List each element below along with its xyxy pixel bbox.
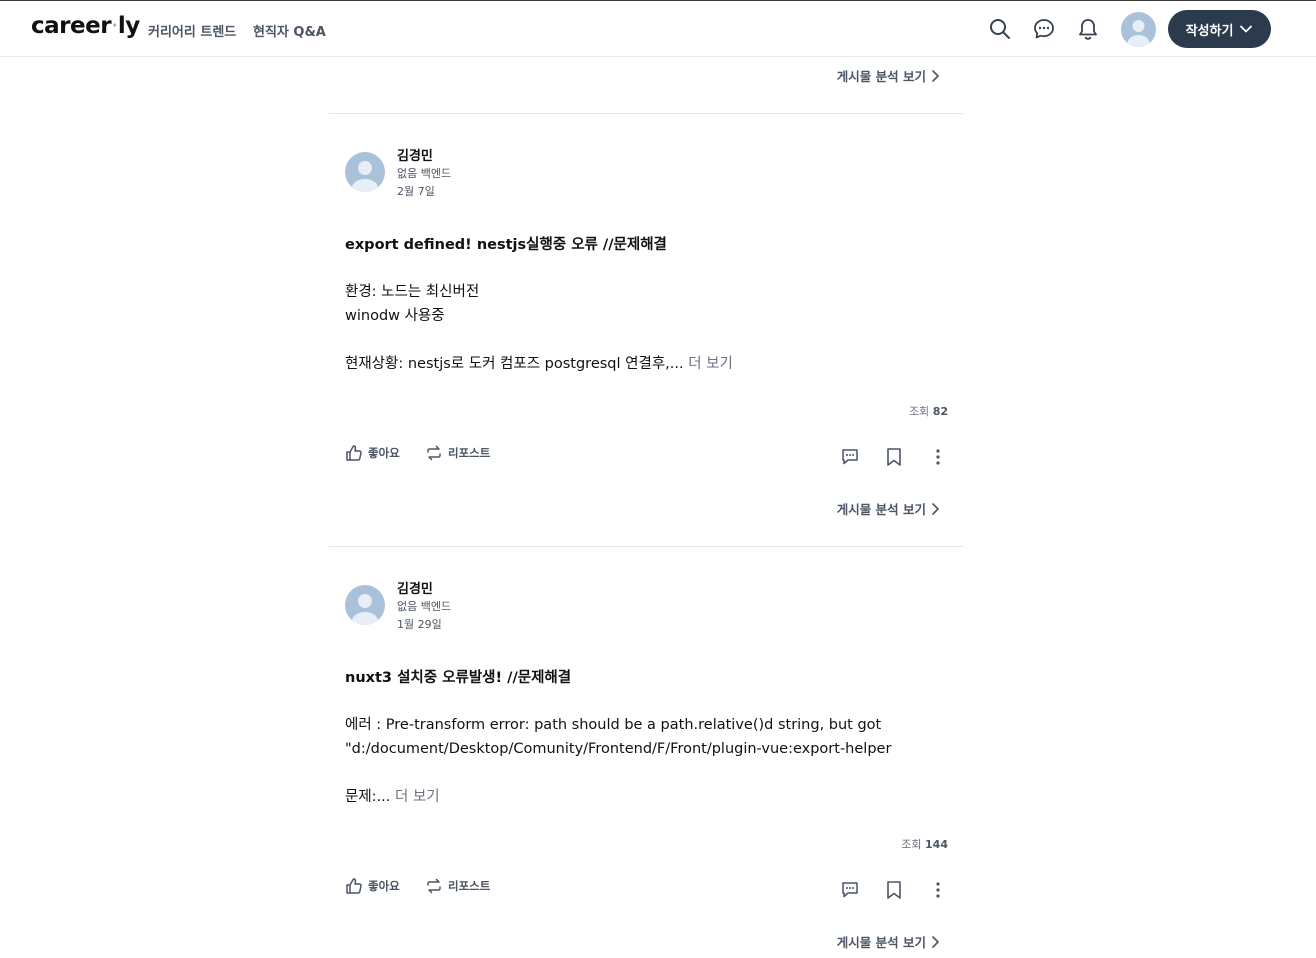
logo-dot: · — [111, 13, 118, 39]
thumbs-up-icon — [346, 445, 362, 461]
post-body-line — [345, 761, 945, 785]
write-button-label: 작성하기 — [1185, 23, 1234, 39]
post-body-line: 에러 : Pre-transform error: path should be… — [345, 717, 882, 733]
like-label: 좋아요 — [368, 879, 400, 893]
bookmark-icon[interactable] — [883, 446, 905, 468]
chevron-right-icon — [932, 502, 939, 515]
post-body-line: 문제:... 더 보기 — [345, 785, 945, 809]
write-button[interactable]: 작성하기 — [1168, 10, 1271, 48]
author-job: 없음 백엔드 — [397, 167, 452, 180]
view-count: 조회 82 — [909, 403, 948, 419]
view-count-label: 조회 — [908, 405, 930, 418]
like-label: 좋아요 — [368, 446, 400, 460]
author-name[interactable]: 김경민 — [397, 578, 433, 597]
post-body-line: winodw 사용중 — [345, 308, 445, 324]
bookmark-icon[interactable] — [883, 879, 905, 901]
author-job: 없음 백엔드 — [397, 600, 452, 613]
like-button[interactable]: 좋아요 — [345, 444, 400, 462]
post-body-line: 환경: 노드는 최신버전 — [345, 284, 480, 300]
author-name[interactable]: 김경민 — [397, 145, 433, 164]
chevron-right-icon — [932, 935, 939, 948]
repost-icon — [427, 878, 441, 894]
author-avatar[interactable] — [345, 152, 385, 192]
more-options-icon[interactable] — [927, 446, 949, 468]
nav-careerly-trend[interactable]: 커리어리 트렌드 — [148, 21, 236, 40]
post-card: 김경민 없음 백엔드 2월 7일 export defined! nestjs실… — [329, 114, 964, 547]
post-analysis-link[interactable]: 게시물 분석 보기 — [837, 932, 940, 951]
post-card: 김경민 없음 백엔드 1월 29일 nuxt3 설치중 오류발생! //문제해결… — [329, 547, 964, 958]
notification-bell-icon[interactable] — [1075, 16, 1101, 42]
profile-avatar[interactable] — [1121, 12, 1156, 47]
post-title[interactable]: nuxt3 설치중 오류발생! //문제해결 — [345, 666, 571, 687]
chevron-right-icon — [932, 69, 939, 82]
top-header: career·ly 커리어리 트렌드 현직자 Q&A 작성하기 — [0, 0, 1316, 57]
post-date: 1월 29일 — [397, 618, 442, 631]
view-count-value: 144 — [925, 838, 948, 851]
logo-text: career — [31, 13, 112, 39]
post-body-line: "d:/document/Desktop/Comunity/Frontend/F… — [345, 741, 892, 757]
post-body-line: 현재상황: nestjs로 도커 컴포즈 postgresql 연결후,... … — [345, 352, 945, 376]
repost-icon — [427, 445, 441, 461]
view-count-value: 82 — [932, 405, 948, 418]
repost-label: 리포스트 — [448, 446, 491, 460]
post-title[interactable]: export defined! nestjs실행중 오류 //문제해결 — [345, 233, 667, 254]
post-date: 2월 7일 — [397, 185, 435, 198]
read-more-link[interactable]: 더 보기 — [395, 789, 440, 805]
post-body-text: 문제:... — [345, 789, 396, 805]
chevron-down-icon — [1240, 25, 1253, 33]
thumbs-up-icon — [346, 878, 362, 894]
read-more-link[interactable]: 더 보기 — [688, 356, 733, 372]
nav-qa[interactable]: 현직자 Q&A — [253, 21, 326, 40]
repost-button[interactable]: 리포스트 — [425, 444, 490, 462]
post-body[interactable]: 에러 : Pre-transform error: path should be… — [345, 713, 945, 809]
search-icon[interactable] — [987, 16, 1013, 42]
view-count-label: 조회 — [901, 838, 922, 851]
comment-icon[interactable] — [839, 879, 861, 901]
post-analysis-label: 게시물 분석 보기 — [836, 935, 926, 950]
messages-icon[interactable] — [1031, 16, 1057, 42]
like-button[interactable]: 좋아요 — [345, 877, 400, 895]
post-analysis-link[interactable]: 게시물 분석 보기 — [837, 499, 940, 518]
post-body-line — [345, 328, 945, 352]
comment-icon[interactable] — [839, 446, 861, 468]
repost-label: 리포스트 — [448, 879, 491, 893]
careerly-logo[interactable]: career·ly — [31, 13, 140, 39]
logo-text-end: ly — [117, 13, 140, 39]
post-analysis-label: 게시물 분석 보기 — [836, 69, 926, 84]
post-analysis-link[interactable]: 게시물 분석 보기 — [837, 66, 940, 85]
repost-button[interactable]: 리포스트 — [425, 877, 490, 895]
author-avatar[interactable] — [345, 585, 385, 625]
post-body[interactable]: 환경: 노드는 최신버전 winodw 사용중 현재상황: nestjs로 도커… — [345, 280, 945, 376]
post-analysis-label: 게시물 분석 보기 — [836, 502, 926, 517]
more-options-icon[interactable] — [927, 879, 949, 901]
view-count: 조회 144 — [901, 836, 948, 852]
post-body-text: 현재상황: nestjs로 도커 컴포즈 postgresql 연결후,... — [345, 356, 689, 372]
